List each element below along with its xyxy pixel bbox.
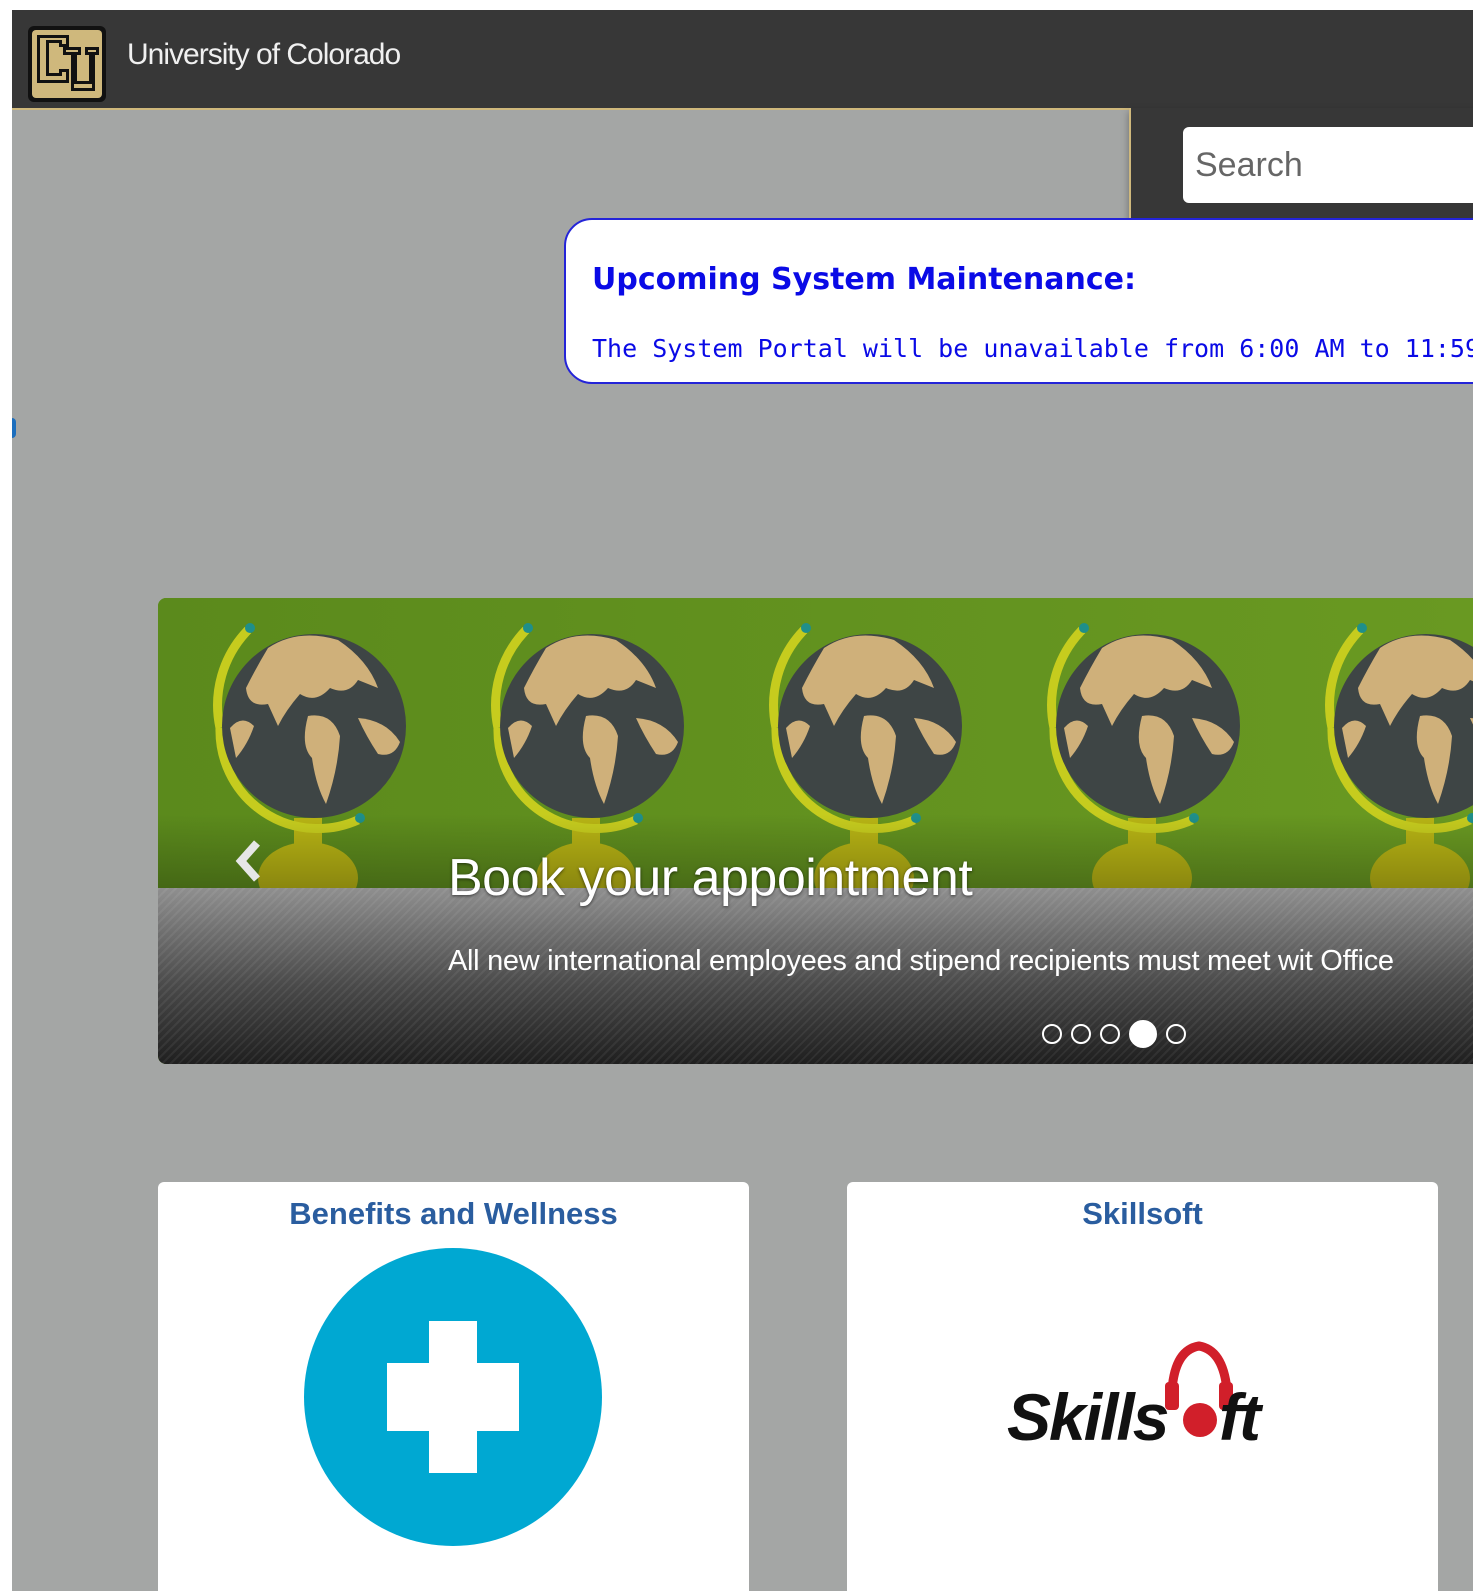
tile-skillsoft[interactable]: Skillsoft Skills ft [847, 1182, 1438, 1591]
medical-cross-icon [304, 1248, 602, 1546]
notice-text: The System Portal will be unavailable fr… [592, 334, 1473, 363]
top-header: University of Colorado [12, 10, 1473, 110]
tile-title[interactable]: Benefits and Wellness [158, 1196, 749, 1232]
search-input[interactable] [1183, 127, 1473, 203]
portal-page: University of Colorado Upcoming System M… [12, 10, 1473, 1591]
maintenance-notice: Upcoming System Maintenance: The System … [564, 218, 1473, 384]
carousel-indicator-3[interactable] [1100, 1024, 1120, 1044]
chevron-left-icon [235, 840, 260, 882]
news-carousel: Book your appointment All new internatio… [158, 598, 1473, 1064]
slide-title[interactable]: Book your appointment [448, 848, 973, 908]
carousel-indicator-2[interactable] [1071, 1024, 1091, 1044]
tile-benefits-and-wellness[interactable]: Benefits and Wellness [158, 1182, 749, 1591]
side-handle [12, 418, 16, 438]
carousel-indicator-4[interactable] [1129, 1020, 1157, 1048]
carousel-indicator-1[interactable] [1042, 1024, 1062, 1044]
svg-text:Skills: Skills [1007, 1380, 1168, 1454]
cu-logo[interactable] [27, 25, 107, 103]
carousel-prev-button[interactable] [228, 836, 268, 886]
svg-text:ft: ft [1219, 1380, 1264, 1454]
carousel-indicator-5[interactable] [1166, 1024, 1186, 1044]
notice-title: Upcoming System Maintenance: [592, 262, 1136, 297]
carousel-indicators [1042, 1020, 1186, 1048]
tile-title[interactable]: Skillsoft [847, 1196, 1438, 1232]
skillsoft-logo: Skills ft [1007, 1341, 1266, 1454]
slide-description: All new international employees and stip… [448, 945, 1394, 977]
site-title[interactable]: University of Colorado [127, 38, 401, 72]
search-panel [1129, 108, 1473, 226]
